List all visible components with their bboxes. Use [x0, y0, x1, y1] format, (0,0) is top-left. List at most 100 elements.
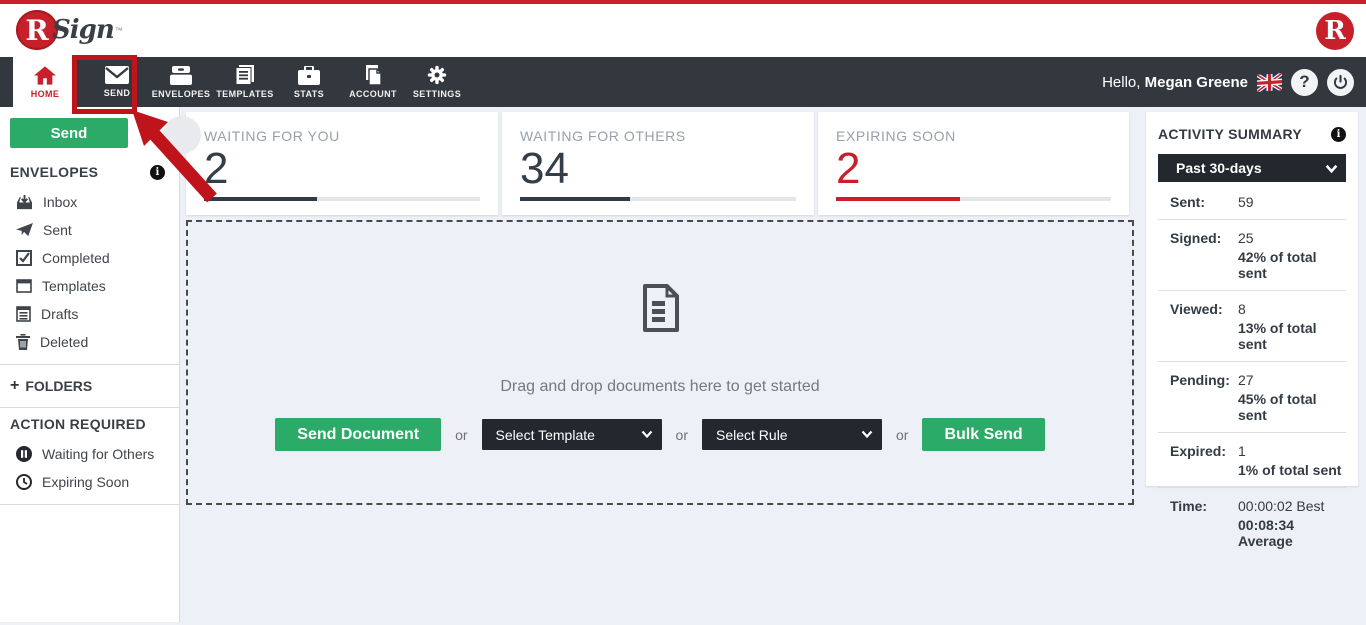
- activity-row-value: 1: [1238, 443, 1341, 459]
- action-required-header: ACTION REQUIRED: [0, 416, 179, 432]
- nav-home[interactable]: HOME: [13, 57, 77, 107]
- union-jack-icon: [1257, 73, 1282, 92]
- sidebar-send-button[interactable]: Send: [10, 118, 128, 148]
- activity-row-sub: 13% of total sent: [1238, 320, 1346, 352]
- activity-row-label: Expired:: [1170, 443, 1234, 478]
- nav-settings[interactable]: SETTINGS: [405, 57, 469, 107]
- app-header: R Sign ™ R: [0, 4, 1366, 57]
- progress-track: [520, 197, 796, 201]
- templates-doc-icon: [234, 65, 256, 85]
- folders-toggle[interactable]: + FOLDERS: [0, 373, 179, 399]
- sidebar-item-drafts[interactable]: Drafts: [0, 300, 179, 328]
- rsign-logo[interactable]: R Sign ™: [16, 10, 123, 50]
- sidebar: Send ENVELOPES i Inbox Sent: [0, 107, 180, 622]
- progress-track: [204, 197, 480, 201]
- envelopes-header-label: ENVELOPES: [10, 164, 98, 180]
- card-waiting-for-you: WAITING FOR YOU 2: [186, 112, 498, 215]
- sidebar-item-deleted[interactable]: Deleted: [0, 328, 179, 356]
- chevron-down-icon: [861, 428, 873, 440]
- sidebar-collapse-toggle[interactable]: [163, 116, 201, 154]
- account-pages-icon: [363, 65, 383, 85]
- select-template-dropdown[interactable]: Select Template: [482, 419, 662, 450]
- progress-track: [836, 197, 1111, 201]
- bulk-send-button[interactable]: Bulk Send: [922, 418, 1044, 451]
- rsign-dashboard: R Sign ™ R HOME SEND: [0, 0, 1366, 625]
- or-separator: or: [896, 427, 908, 443]
- card-title: WAITING FOR YOU: [204, 128, 480, 144]
- activity-row-time: Time: 00:00:02 Best00:08:34 Average: [1158, 488, 1346, 558]
- logout-power-button[interactable]: [1327, 69, 1354, 96]
- select-rule-dropdown[interactable]: Select Rule: [702, 419, 882, 450]
- action-required-label: ACTION REQUIRED: [10, 416, 146, 432]
- nav-home-label: HOME: [31, 89, 60, 99]
- sidebar-item-waiting-for-others[interactable]: Waiting for Others: [0, 440, 179, 468]
- nav-templates[interactable]: TEMPLATES: [213, 57, 277, 107]
- nav-settings-label: SETTINGS: [413, 89, 461, 99]
- sidebar-item-label: Sent: [43, 222, 72, 238]
- send-document-button[interactable]: Send Document: [275, 418, 441, 451]
- activity-row-pending: Pending: 2745% of total sent: [1158, 362, 1346, 433]
- checkbox-icon: [16, 250, 32, 266]
- main-navbar: HOME SEND ENVELOPES: [0, 57, 1366, 107]
- rpost-corner-logo[interactable]: R: [1316, 12, 1354, 50]
- or-separator: or: [676, 427, 688, 443]
- plus-icon: +: [10, 377, 19, 395]
- nav-account-label: ACCOUNT: [349, 89, 397, 99]
- sidebar-item-expiring-soon[interactable]: Expiring Soon: [0, 468, 179, 496]
- chevron-down-icon: [641, 428, 653, 440]
- select-rule-value: Select Rule: [716, 427, 788, 443]
- clock-icon: [16, 474, 32, 490]
- sidebar-item-inbox[interactable]: Inbox: [0, 188, 179, 216]
- select-template-value: Select Template: [496, 427, 595, 443]
- envelopes-info-icon[interactable]: i: [150, 165, 165, 180]
- document-icon: [639, 284, 681, 332]
- activity-row-value: 27: [1238, 372, 1346, 388]
- help-button[interactable]: ?: [1291, 69, 1318, 96]
- activity-row-value: 8: [1238, 301, 1346, 317]
- settings-gear-icon: [427, 65, 447, 85]
- trash-icon: [16, 334, 30, 350]
- activity-row-value: 59: [1238, 194, 1254, 210]
- dropzone-message: Drag and drop documents here to get star…: [500, 378, 819, 396]
- activity-row-sub: 42% of total sent: [1238, 249, 1346, 281]
- sidebar-item-completed[interactable]: Completed: [0, 244, 179, 272]
- nav-stats[interactable]: STATS: [277, 57, 341, 107]
- activity-row-value: 00:00:02 Best: [1238, 498, 1346, 514]
- card-waiting-for-others: WAITING FOR OTHERS 34: [502, 112, 814, 215]
- activity-info-icon[interactable]: i: [1331, 127, 1346, 142]
- activity-title: ACTIVITY SUMMARY: [1158, 126, 1302, 142]
- pause-circle-icon: [16, 446, 32, 462]
- activity-range-dropdown[interactable]: Past 30-days: [1158, 154, 1346, 182]
- card-value: 34: [520, 146, 796, 192]
- nav-send[interactable]: SEND: [85, 57, 149, 107]
- nav-envelopes-label: ENVELOPES: [152, 89, 211, 99]
- sidebar-divider: [0, 504, 179, 505]
- activity-row-label: Sent:: [1170, 194, 1234, 210]
- activity-range-value: Past 30-days: [1176, 160, 1262, 176]
- nav-account[interactable]: ACCOUNT: [341, 57, 405, 107]
- sidebar-item-templates[interactable]: Templates: [0, 272, 179, 300]
- language-flag-icon[interactable]: [1257, 73, 1282, 92]
- document-dropzone[interactable]: Drag and drop documents here to get star…: [186, 220, 1134, 505]
- or-separator: or: [455, 427, 467, 443]
- rsign-logo-script: Sign: [52, 15, 114, 45]
- sidebar-item-sent[interactable]: Sent: [0, 216, 179, 244]
- activity-row-label: Signed:: [1170, 230, 1234, 281]
- envelopes-section-header: ENVELOPES i: [0, 164, 179, 180]
- card-title: EXPIRING SOON: [836, 128, 1111, 144]
- corner-logo-letter: R: [1324, 16, 1346, 46]
- sidebar-divider: [0, 364, 179, 365]
- activity-row-sub: 1% of total sent: [1238, 462, 1341, 478]
- nav-envelopes[interactable]: ENVELOPES: [149, 57, 213, 107]
- template-window-icon: [16, 279, 32, 293]
- sidebar-item-label: Templates: [42, 278, 106, 294]
- card-title: WAITING FOR OTHERS: [520, 128, 796, 144]
- nav-stats-label: STATS: [294, 89, 324, 99]
- card-value: 2: [204, 146, 480, 192]
- sidebar-item-label: Deleted: [40, 334, 88, 350]
- card-expiring-soon: EXPIRING SOON 2: [818, 112, 1129, 215]
- activity-row-label: Time:: [1170, 498, 1234, 549]
- draft-document-icon: [16, 306, 31, 322]
- inbox-icon: [16, 195, 33, 210]
- greeting-text: Hello, Megan Greene: [1102, 74, 1248, 91]
